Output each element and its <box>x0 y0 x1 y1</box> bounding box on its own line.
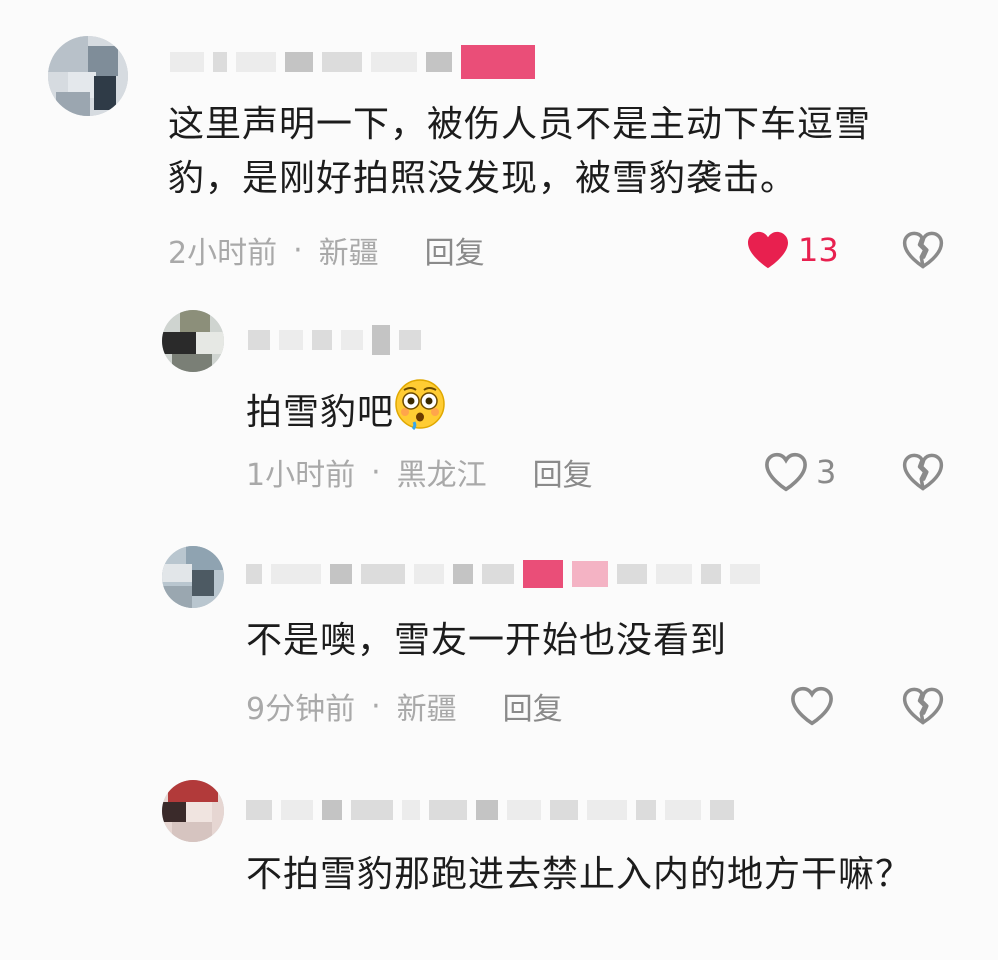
reply-1 <box>162 310 224 372</box>
avatar[interactable] <box>162 310 224 372</box>
location: 新疆 <box>396 692 457 727</box>
broken-heart-icon <box>902 231 944 269</box>
timestamp: 2小时前 <box>168 236 278 271</box>
heart-filled-icon <box>748 231 788 269</box>
dislike-button[interactable] <box>902 686 944 726</box>
reply-text: 不是噢，雪友一开始也没看到 <box>246 620 728 661</box>
username-blurred-1[interactable] <box>170 44 535 80</box>
heart-outline-icon <box>791 686 833 726</box>
broken-heart-icon <box>902 687 944 725</box>
avatar[interactable] <box>48 36 128 116</box>
dislike-button[interactable] <box>902 230 944 270</box>
heart-outline-icon <box>765 452 807 492</box>
like-count: 3 <box>816 453 837 491</box>
avatar-image <box>48 36 128 116</box>
like-button[interactable]: 13 <box>746 228 839 272</box>
avatar-image <box>162 780 224 842</box>
like-button[interactable] <box>790 684 842 728</box>
like-button[interactable]: 3 <box>764 450 836 494</box>
reply-2 <box>162 546 224 608</box>
avatar-image <box>162 310 224 372</box>
avatar[interactable] <box>162 780 224 842</box>
separator-dot: · <box>293 232 303 268</box>
comment-text: 这里声明一下，被伤人员不是主动下车逗雪豹，是刚好拍照没发现，被雪豹袭击。 <box>168 104 872 199</box>
reply-button[interactable]: 回复 <box>533 450 593 494</box>
broken-heart-icon <box>902 453 944 491</box>
timestamp: 1小时前 <box>246 458 356 493</box>
reply-button[interactable]: 回复 <box>503 684 563 728</box>
reply-text-content: 拍雪豹吧 <box>246 392 395 433</box>
flushed-face-emoji <box>394 378 446 446</box>
separator-dot: · <box>371 454 381 490</box>
timestamp: 9分钟前 <box>246 692 356 727</box>
reply-button[interactable]: 回复 <box>425 228 485 272</box>
reply-text: 拍雪豹吧 <box>246 378 946 446</box>
location: 黑龙江 <box>396 458 487 493</box>
username-blurred-2[interactable] <box>248 322 421 358</box>
username-blurred-3[interactable] <box>246 556 760 592</box>
reply-text: 不拍雪豹那跑进去禁止入内的地方干嘛？ <box>246 854 913 895</box>
avatar-image <box>162 546 224 608</box>
username-blurred-4[interactable] <box>246 792 734 828</box>
comment-1 <box>48 36 128 116</box>
avatar[interactable] <box>162 546 224 608</box>
location: 新疆 <box>318 236 379 271</box>
dislike-button[interactable] <box>902 452 944 492</box>
reply-meta: 1小时前 · 黑龙江 回复 <box>246 450 593 494</box>
separator-dot: · <box>371 688 381 724</box>
like-count: 13 <box>798 231 839 269</box>
reply-meta: 9分钟前 · 新疆 回复 <box>246 684 563 728</box>
comment-meta: 2小时前 · 新疆 回复 <box>168 228 485 272</box>
reply-3 <box>162 780 224 842</box>
